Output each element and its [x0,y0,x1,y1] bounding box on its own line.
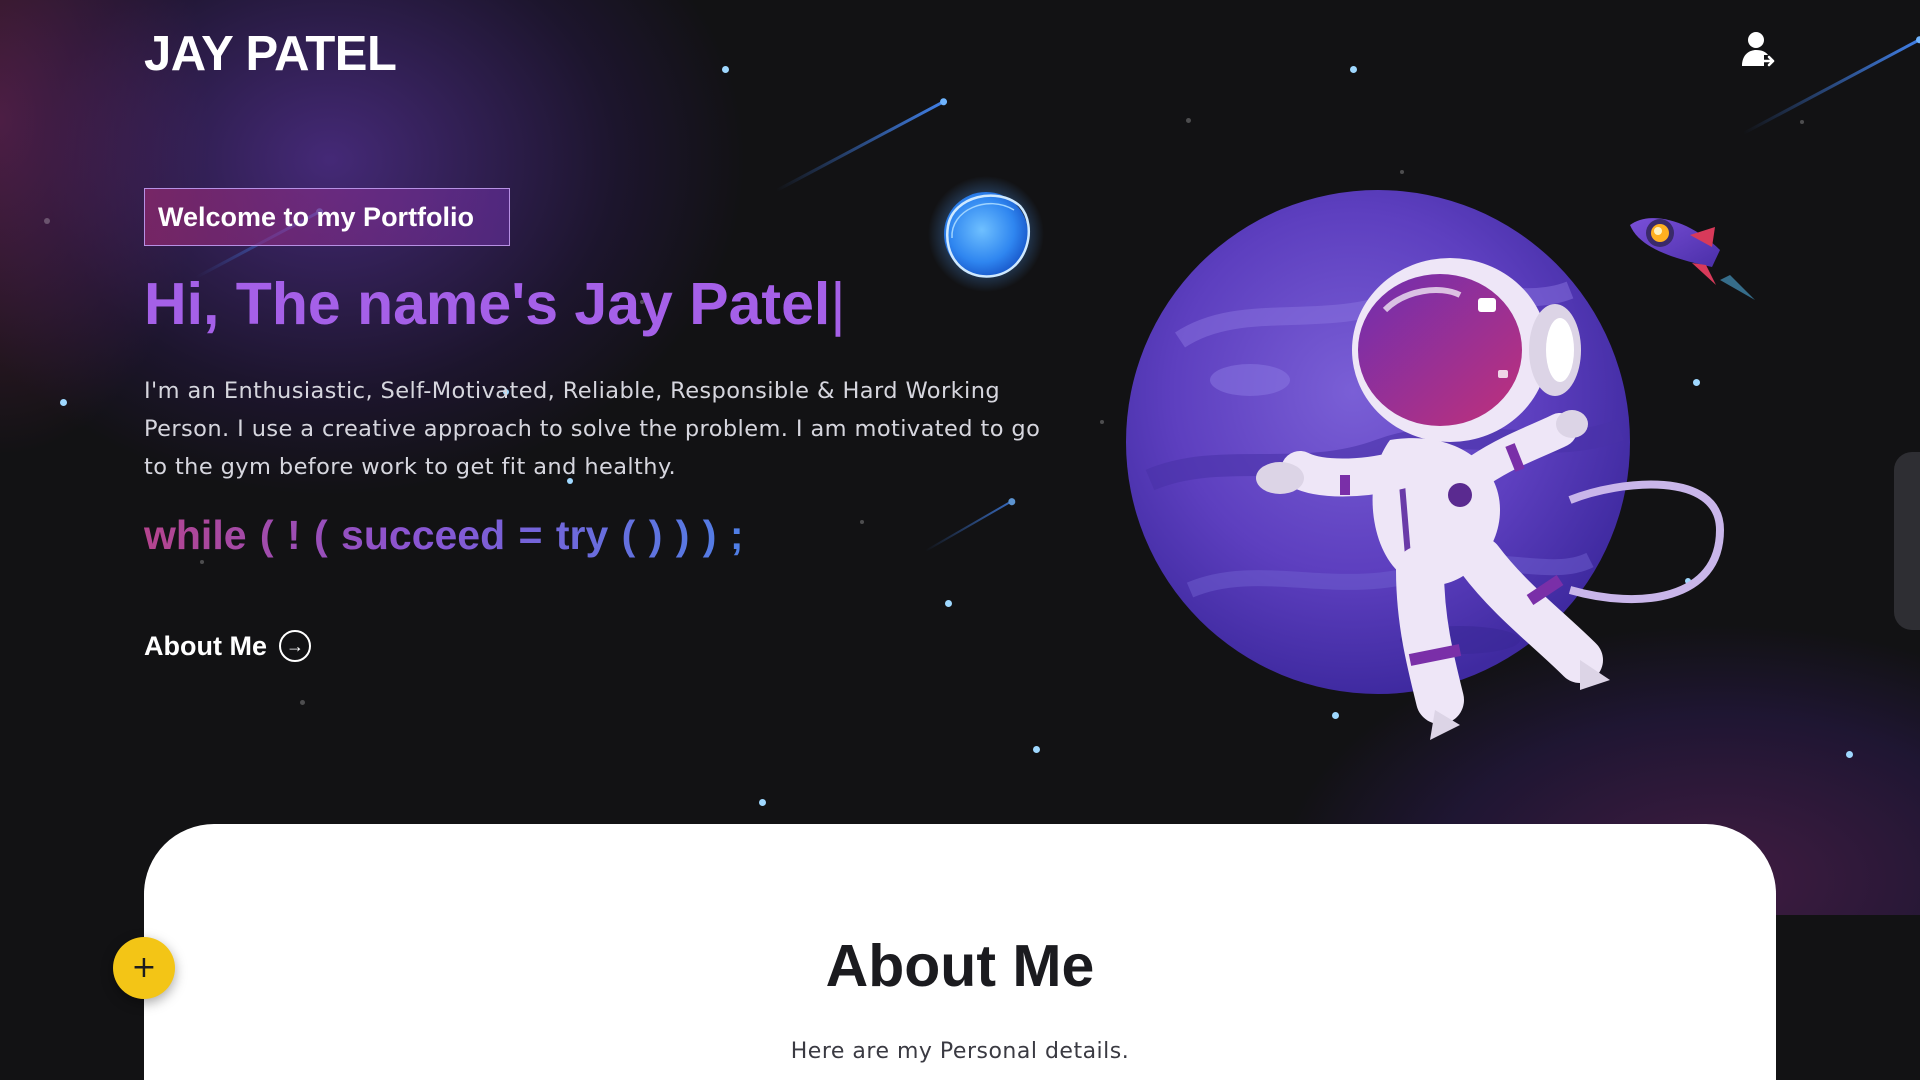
headline-text: Hi, The name's Jay Patel [144,271,831,337]
plus-icon: + [131,950,157,985]
star [60,399,67,406]
site-logo[interactable]: JAY PATEL [144,26,397,82]
hero-headline: Hi, The name's Jay Patel| [144,270,846,338]
star [945,600,952,607]
star [1400,170,1404,174]
arrow-right-circle-icon: → [278,630,311,662]
star [1800,120,1804,124]
star [1350,66,1357,73]
user-arrow-icon[interactable] [1740,30,1776,70]
about-section: About Me Here are my Personal details. [144,824,1776,1080]
star [200,560,204,564]
star [44,218,50,224]
star [722,66,729,73]
star [1186,118,1191,123]
about-me-link-label: About Me [144,630,267,661]
meteor [775,100,945,193]
star [1846,751,1853,758]
meteor [924,500,1013,552]
rocket-illustration [1630,218,1755,300]
star [860,520,864,524]
hero-bio: I'm an Enthusiastic, Self-Motivated, Rel… [144,378,1041,480]
about-subtitle: Here are my Personal details. [790,1039,1130,1064]
star [759,799,766,806]
welcome-badge: Welcome to my Portfolio [144,188,510,246]
side-drawer-tab[interactable] [1894,452,1920,630]
about-me-link[interactable]: About Me → [144,630,311,662]
plus-fab-button[interactable]: + [113,937,175,999]
about-title: About Me [825,933,1095,999]
welcome-badge-text: Welcome to my Portfolio [158,201,475,232]
star [1033,746,1040,753]
star [300,700,305,705]
blue-planet-illustration [928,176,1044,292]
code-motto: while ( ! ( succeed = try ( ) ) ) ; [144,512,744,558]
hero-section: JAY PATEL Welcome to my Portfolio Hi, Th… [0,0,1920,915]
typing-caret: | [830,271,846,337]
